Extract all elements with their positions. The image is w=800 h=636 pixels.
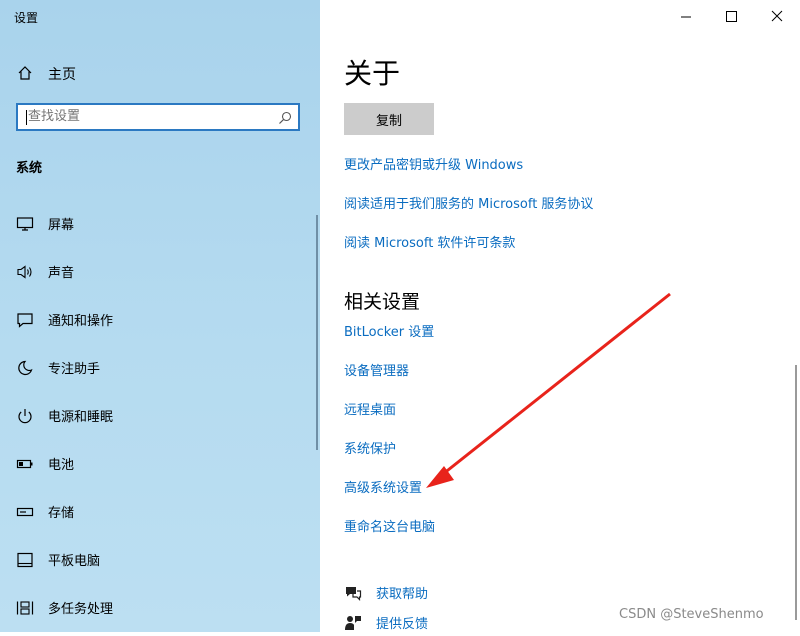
sidebar-item-home[interactable]: 主页 bbox=[0, 58, 320, 88]
help-chat-icon bbox=[344, 584, 362, 602]
text-caret bbox=[26, 110, 27, 125]
multitasking-icon bbox=[16, 600, 34, 616]
sidebar-item-label: 专注助手 bbox=[48, 362, 101, 377]
maximize-button[interactable] bbox=[718, 6, 744, 28]
sidebar-item-focus-assist[interactable]: 专注助手 bbox=[0, 348, 316, 388]
power-icon bbox=[16, 408, 34, 424]
sidebar-item-label: 多任务处理 bbox=[48, 602, 114, 617]
sidebar-item-label: 存储 bbox=[48, 506, 75, 521]
get-help-label: 获取帮助 bbox=[376, 587, 429, 602]
storage-icon bbox=[16, 504, 34, 520]
maximize-icon bbox=[726, 11, 737, 22]
tablet-icon bbox=[16, 552, 34, 568]
sidebar-item-display[interactable]: 屏幕 bbox=[0, 204, 316, 244]
moon-icon bbox=[16, 360, 34, 376]
monitor-icon bbox=[16, 216, 34, 232]
sidebar-item-power[interactable]: 电源和睡眠 bbox=[0, 396, 316, 436]
sidebar: 设置 主页 系统 屏幕 声音 通知和操作 专注助手 bbox=[0, 0, 320, 632]
sidebar-item-sound[interactable]: 声音 bbox=[0, 252, 316, 292]
page-title: 关于 bbox=[344, 57, 401, 90]
sidebar-item-label: 平板电脑 bbox=[48, 554, 101, 569]
window-title: 设置 bbox=[14, 11, 39, 25]
section-title: 系统 bbox=[16, 161, 43, 176]
feedback-icon bbox=[344, 614, 362, 632]
minimize-button[interactable] bbox=[673, 6, 699, 28]
bitlocker-settings-link[interactable]: BitLocker 设置 bbox=[344, 321, 434, 340]
sidebar-item-battery[interactable]: 电池 bbox=[0, 444, 316, 484]
change-product-key-link[interactable]: 更改产品密钥或升级 Windows bbox=[344, 154, 523, 173]
sidebar-item-multitasking[interactable]: 多任务处理 bbox=[0, 588, 316, 628]
give-feedback-label: 提供反馈 bbox=[376, 617, 429, 632]
sidebar-item-tablet[interactable]: 平板电脑 bbox=[0, 540, 316, 580]
sidebar-item-label: 通知和操作 bbox=[48, 314, 114, 329]
copy-button[interactable]: 复制 bbox=[344, 103, 434, 135]
main-scrollbar[interactable] bbox=[795, 365, 797, 620]
search-box[interactable] bbox=[16, 103, 300, 131]
sidebar-item-label: 主页 bbox=[48, 67, 76, 83]
device-manager-link[interactable]: 设备管理器 bbox=[344, 360, 409, 379]
battery-icon bbox=[16, 456, 34, 472]
sidebar-item-label: 电池 bbox=[48, 458, 75, 473]
speaker-icon bbox=[16, 264, 34, 280]
remote-desktop-link[interactable]: 远程桌面 bbox=[344, 399, 396, 418]
search-input[interactable] bbox=[28, 109, 268, 124]
advanced-system-settings-link[interactable]: 高级系统设置 bbox=[344, 477, 422, 496]
service-agreement-link[interactable]: 阅读适用于我们服务的 Microsoft 服务协议 bbox=[344, 193, 593, 212]
close-icon bbox=[771, 10, 783, 22]
home-icon bbox=[17, 65, 33, 81]
arrow-head bbox=[426, 466, 454, 488]
search-icon[interactable] bbox=[278, 110, 292, 124]
sidebar-item-notifications[interactable]: 通知和操作 bbox=[0, 300, 316, 340]
notification-icon bbox=[16, 312, 34, 328]
system-protection-link[interactable]: 系统保护 bbox=[344, 438, 396, 457]
related-settings-title: 相关设置 bbox=[344, 291, 421, 313]
sidebar-item-label: 屏幕 bbox=[48, 218, 75, 233]
sidebar-item-label: 电源和睡眠 bbox=[48, 410, 114, 425]
license-terms-link[interactable]: 阅读 Microsoft 软件许可条款 bbox=[344, 232, 515, 251]
close-button[interactable] bbox=[764, 6, 790, 28]
rename-pc-link[interactable]: 重命名这台电脑 bbox=[344, 516, 435, 535]
watermark: CSDN @SteveShenmo bbox=[619, 607, 764, 622]
sidebar-item-storage[interactable]: 存储 bbox=[0, 492, 316, 532]
sidebar-item-label: 声音 bbox=[48, 266, 75, 281]
minimize-icon bbox=[681, 16, 691, 18]
sidebar-scrollbar[interactable] bbox=[316, 215, 318, 450]
